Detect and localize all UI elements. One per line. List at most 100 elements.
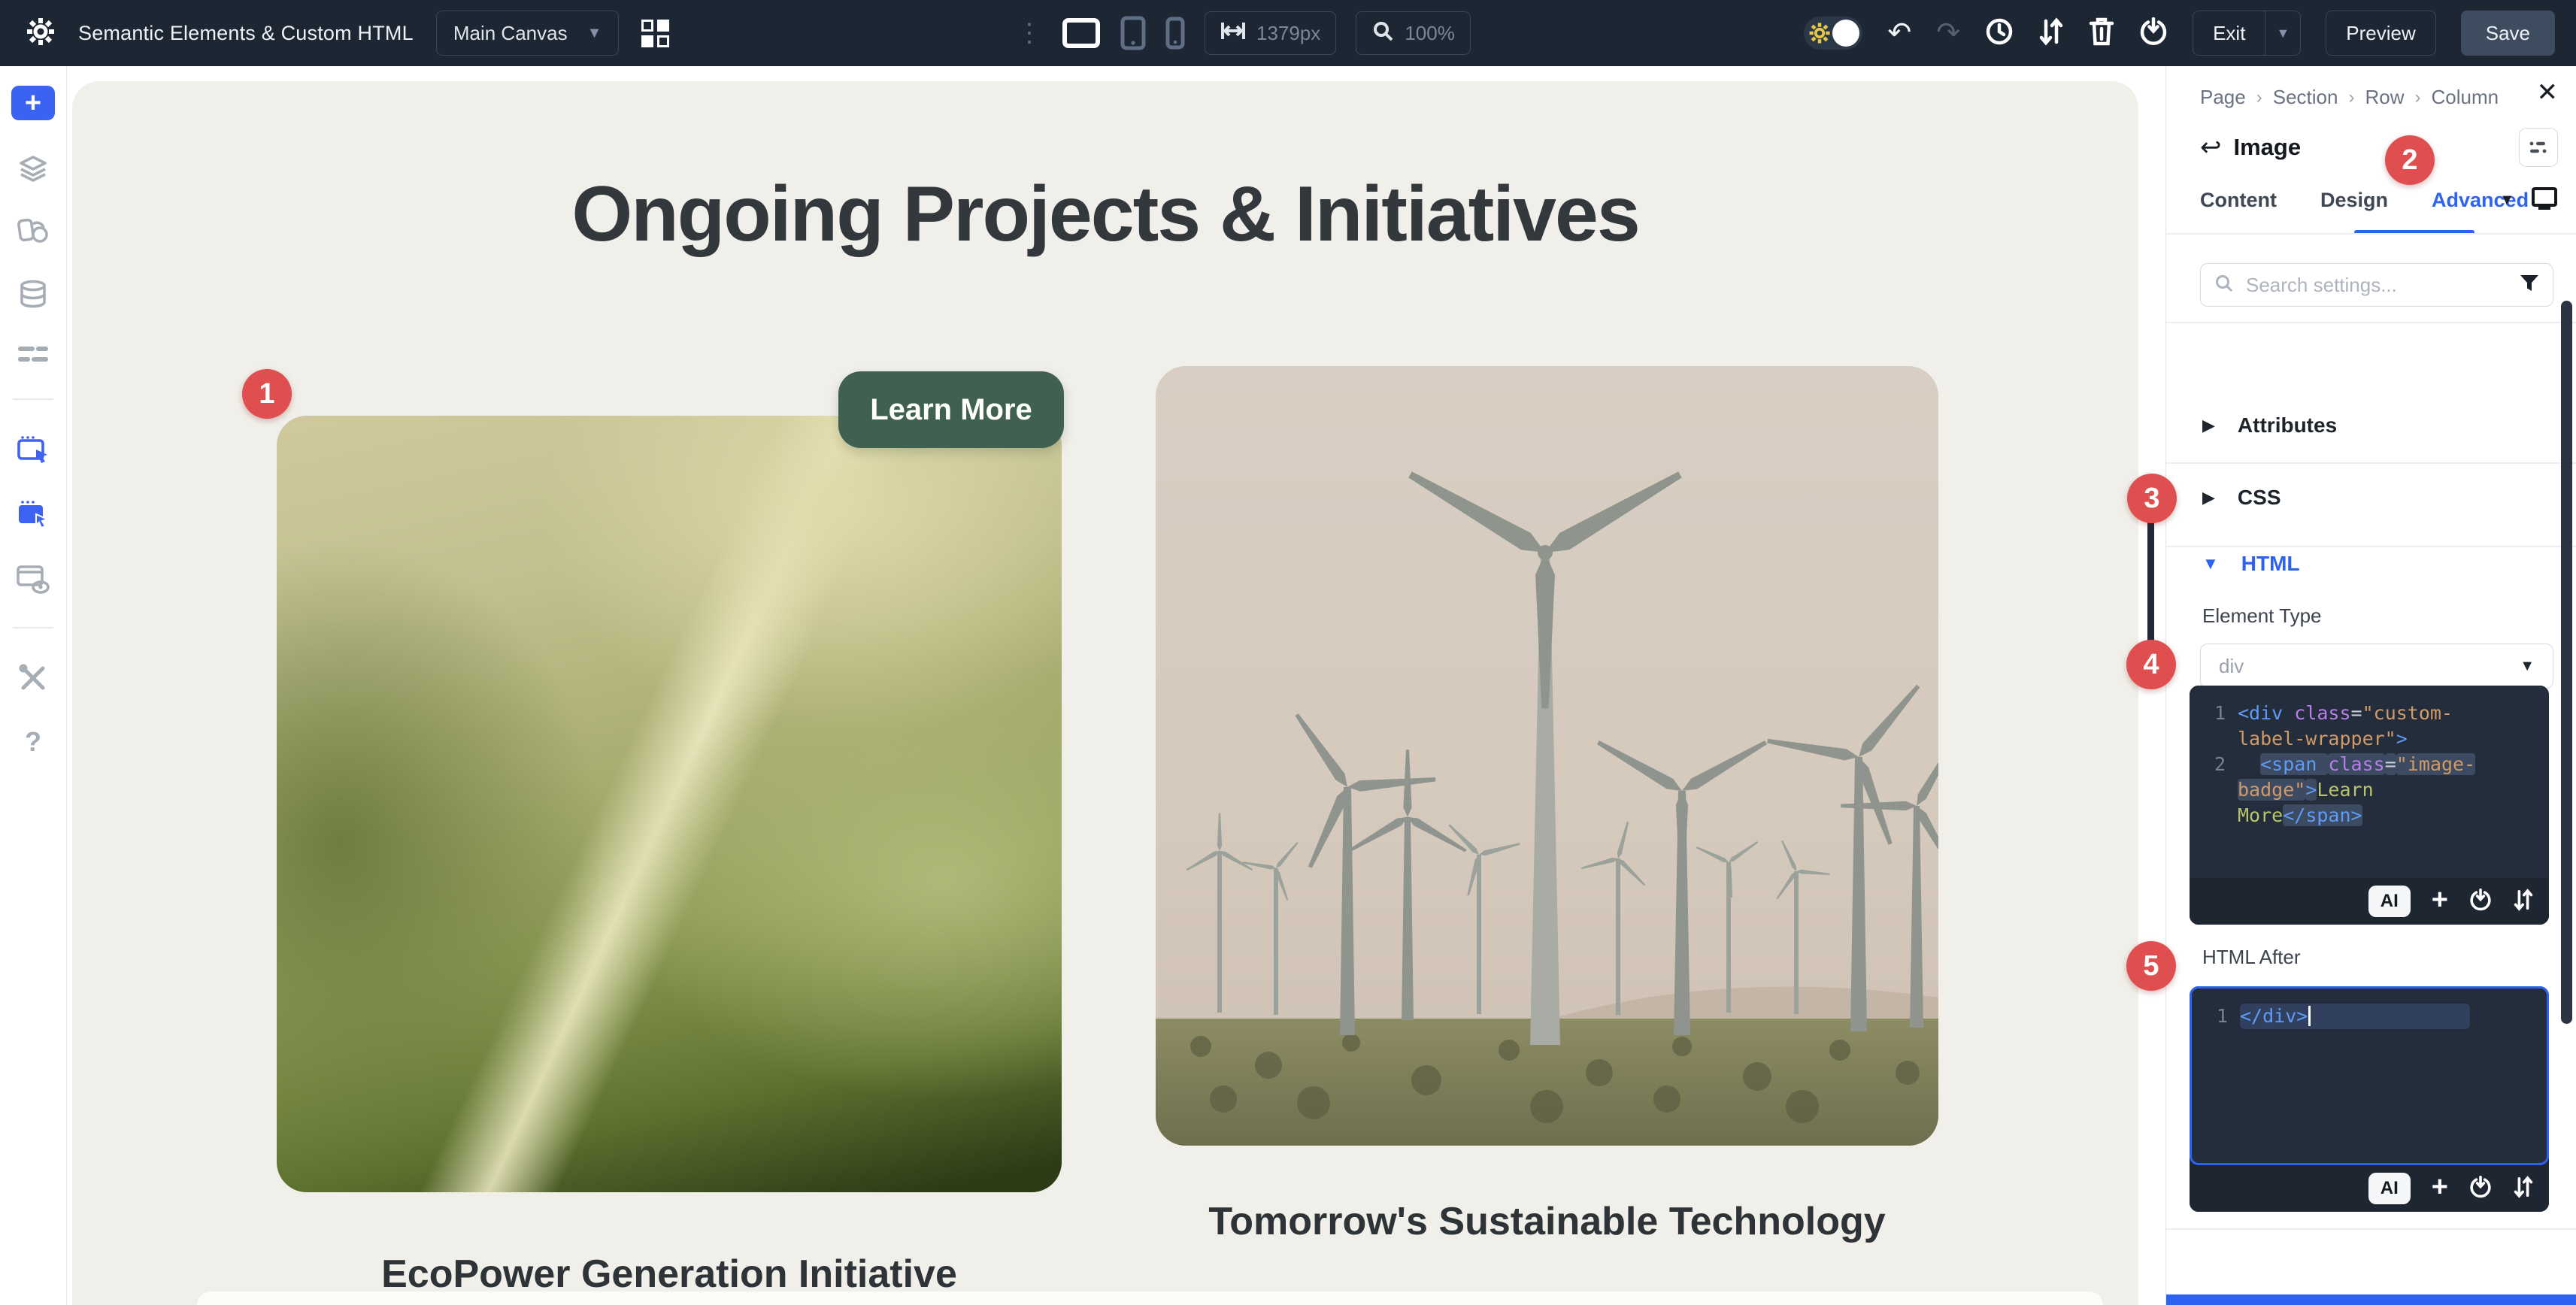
- desktop-breakpoint-icon[interactable]: [2531, 186, 2558, 214]
- chevron-right-icon: ▶: [2202, 488, 2215, 507]
- design-library-icon[interactable]: [17, 216, 50, 245]
- caption-left[interactable]: EcoPower Generation Initiative: [277, 1252, 1062, 1297]
- zoom-level-field[interactable]: 100%: [1356, 11, 1471, 55]
- wind-turbines-image[interactable]: [1156, 366, 1938, 1146]
- more-options-icon[interactable]: ⋮: [1017, 20, 1042, 46]
- settings-search[interactable]: [2200, 263, 2553, 307]
- annotation-badge-3: 3: [2127, 474, 2177, 523]
- editor-toolbar: AI +: [2190, 1165, 2549, 1212]
- theme-toggle[interactable]: [1804, 17, 1862, 50]
- filter-funnel-icon[interactable]: [2520, 274, 2539, 296]
- viewport-width-field[interactable]: 1379px: [1205, 11, 1336, 55]
- caption-right[interactable]: Tomorrow's Sustainable Technology: [1156, 1199, 1938, 1244]
- history-clock-icon[interactable]: [1985, 17, 2014, 50]
- search-icon: [2214, 274, 2234, 297]
- annotation-badge-5: 5: [2126, 941, 2176, 991]
- preview-button[interactable]: Preview: [2326, 11, 2435, 56]
- back-arrow-icon[interactable]: ↩: [2200, 135, 2222, 160]
- sort-arrows-icon[interactable]: [2513, 1175, 2534, 1203]
- sort-arrows-icon[interactable]: [2513, 888, 2534, 916]
- breadcrumb-item[interactable]: Column: [2431, 86, 2499, 109]
- layers-icon[interactable]: [18, 155, 48, 182]
- section-css[interactable]: ▶ CSS: [2202, 486, 2281, 510]
- presets-icon-button[interactable]: [2519, 128, 2558, 167]
- exit-button[interactable]: Exit ▼: [2193, 11, 2301, 56]
- canvas-selector-dropdown[interactable]: Main Canvas▼: [436, 11, 620, 56]
- settings-panel: Page › Section › Row › Column ✕ ↩ Image Con…: [2165, 66, 2576, 1305]
- panel-scrollbar[interactable]: [2561, 301, 2572, 1024]
- html-after-editor[interactable]: 1</div> AI +: [2190, 986, 2549, 1212]
- element-title: Image: [2234, 134, 2302, 161]
- structure-sort-icon[interactable]: [2038, 17, 2064, 50]
- next-section-edge: [197, 1291, 2103, 1305]
- layout-grid-icon[interactable]: [641, 20, 669, 47]
- search-input[interactable]: [2244, 273, 2509, 298]
- panel-bottom-accent: [2166, 1294, 2576, 1305]
- divider: [2166, 233, 2576, 235]
- mobile-view-button[interactable]: [1165, 17, 1185, 50]
- chevron-down-icon: ▼: [2202, 554, 2219, 574]
- leaf-image[interactable]: [277, 416, 1062, 1192]
- browser-preview-eye-icon[interactable]: [16, 564, 50, 594]
- add-icon[interactable]: +: [2432, 1173, 2448, 1201]
- toggle-knob: [1832, 20, 1859, 47]
- annotation-badge-1: 1: [242, 369, 292, 419]
- help-icon[interactable]: ?: [25, 726, 41, 758]
- exit-chevron-down-icon[interactable]: ▼: [2265, 26, 2300, 41]
- top-toolbar: Semantic Elements & Custom HTML Main Can…: [0, 0, 2576, 66]
- browser-select-filled-icon[interactable]: [17, 499, 50, 529]
- html-after-label: HTML After: [2202, 946, 2301, 969]
- add-icon[interactable]: +: [2432, 886, 2448, 914]
- tabs-chevron-down-icon[interactable]: ▼: [2499, 192, 2514, 209]
- left-sidebar: +: [0, 66, 67, 1305]
- breadcrumb-item[interactable]: Section: [2273, 86, 2338, 109]
- zoom-magnifier-icon: [1371, 20, 1394, 47]
- canvas-area: Ongoing Projects & Initiatives: [67, 66, 2165, 1305]
- save-button[interactable]: Save: [2461, 11, 2555, 56]
- breadcrumb-item[interactable]: Row: [2365, 86, 2404, 109]
- redo-icon[interactable]: ↷: [1936, 19, 1960, 47]
- code-area[interactable]: 1<div class="custom- label-wrapper">2 <s…: [2190, 686, 2549, 878]
- builder-app: Semantic Elements & Custom HTML Main Can…: [0, 0, 2576, 1305]
- page-heading[interactable]: Ongoing Projects & Initiatives: [72, 170, 2138, 259]
- tablet-view-button[interactable]: [1120, 16, 1146, 50]
- breadcrumb-item[interactable]: Page: [2200, 86, 2246, 109]
- ai-assist-button[interactable]: AI: [2368, 886, 2411, 917]
- tab-design[interactable]: Design: [2320, 189, 2388, 212]
- add-element-button[interactable]: +: [11, 86, 55, 120]
- trash-icon[interactable]: [2089, 17, 2114, 50]
- ai-assist-button[interactable]: AI: [2368, 1173, 2411, 1204]
- divider: [2166, 1228, 2576, 1230]
- section-attributes[interactable]: ▶ Attributes: [2202, 413, 2337, 438]
- breadcrumb-separator: ›: [2348, 87, 2354, 108]
- breadcrumb-separator: ›: [2256, 87, 2262, 108]
- browser-select-outline-icon[interactable]: [17, 434, 50, 465]
- power-import-icon[interactable]: [2469, 1176, 2492, 1202]
- code-area-focused[interactable]: 1</div>: [2190, 986, 2549, 1165]
- power-import-icon[interactable]: [2469, 889, 2492, 915]
- html-before-editor[interactable]: 1<div class="custom- label-wrapper">2 <s…: [2190, 686, 2549, 925]
- editor-toolbar: AI +: [2190, 878, 2549, 925]
- divider: [2166, 546, 2576, 547]
- divider: [2166, 322, 2576, 323]
- power-import-icon[interactable]: [2139, 17, 2168, 50]
- page-preview[interactable]: Ongoing Projects & Initiatives: [72, 81, 2138, 1305]
- chevron-down-icon: ▼: [587, 25, 602, 42]
- element-type-label: Element Type: [2202, 604, 2322, 628]
- document-title: Semantic Elements & Custom HTML: [78, 22, 414, 45]
- undo-icon[interactable]: ↶: [1887, 19, 1911, 47]
- database-icon[interactable]: [18, 280, 48, 308]
- close-icon[interactable]: ✕: [2537, 80, 2559, 105]
- width-arrows-icon: [1220, 21, 1246, 46]
- annotation-badge-4: 4: [2126, 640, 2176, 689]
- desktop-view-button[interactable]: [1062, 17, 1101, 49]
- field-list-icon[interactable]: [17, 343, 49, 365]
- tools-icon[interactable]: [18, 663, 48, 693]
- settings-gear-icon[interactable]: [26, 17, 56, 50]
- sidebar-divider: [13, 398, 53, 400]
- section-html[interactable]: ▼ HTML: [2202, 552, 2300, 576]
- element-type-select[interactable]: div ▼: [2200, 643, 2553, 689]
- learn-more-badge[interactable]: Learn More: [838, 371, 1064, 448]
- breadcrumb-separator: ›: [2414, 87, 2420, 108]
- tab-content[interactable]: Content: [2200, 189, 2277, 212]
